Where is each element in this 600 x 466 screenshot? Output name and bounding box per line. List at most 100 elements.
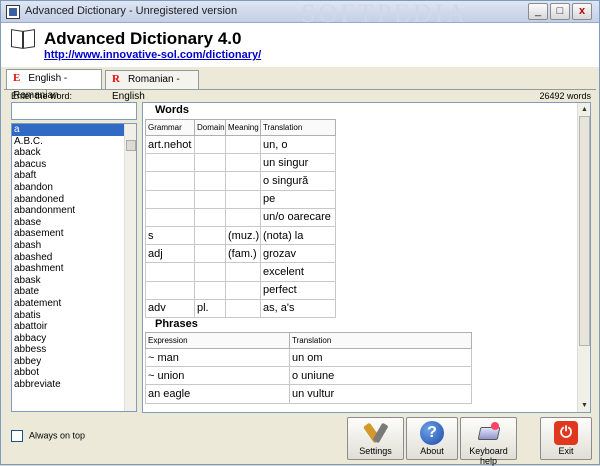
word-list-item[interactable]: A.B.C. — [12, 136, 124, 148]
table-cell — [194, 262, 226, 282]
word-list-item[interactable]: abaft — [12, 170, 124, 182]
words-section-title: Words — [155, 104, 190, 116]
app-header: Advanced Dictionary 4.0 http://www.innov… — [1, 23, 599, 67]
word-list-item[interactable]: abasement — [12, 228, 124, 240]
word-list-item[interactable]: abashment — [12, 263, 124, 275]
table-cell — [145, 171, 195, 191]
table-row: an eagle un vultur — [145, 384, 472, 404]
table-cell: art.nehot — [145, 134, 195, 155]
word-list-item[interactable]: abattoir — [12, 321, 124, 333]
app-name: Advanced Dictionary 4.0 — [44, 29, 242, 48]
table-cell: (muz.) — [225, 225, 261, 246]
about-button[interactable]: ? About — [406, 417, 458, 460]
table-cell: un vultur — [289, 384, 472, 404]
table-row: perfect — [145, 280, 336, 300]
tab-letter-r: R — [112, 73, 120, 85]
word-list-item[interactable]: abate — [12, 286, 124, 298]
word-list-item[interactable]: abatement — [12, 298, 124, 310]
table-cell: grozav — [260, 244, 336, 264]
table-row: art.nehot un, o — [145, 134, 336, 155]
title-bar[interactable]: Advanced Dictionary - Unregistered versi… — [1, 0, 599, 28]
word-list-item[interactable]: abash — [12, 240, 124, 252]
always-on-top-checkbox[interactable]: Always on top — [11, 430, 85, 442]
word-list[interactable]: a A.B.C. aback abacus abaft abandon abandoned a… — [11, 123, 137, 412]
table-cell: (nota) la — [260, 225, 336, 246]
exit-button[interactable]: ⏻ Exit — [540, 417, 592, 460]
translation-pane: Words Grammar Domain Meaning Translation… — [142, 102, 591, 413]
phrases-table: Expression Translation ~ man un om ~ union… — [145, 332, 472, 404]
table-row: adj (fam.) grozav — [145, 244, 336, 264]
table-cell: adv — [145, 298, 195, 318]
table-cell — [194, 171, 226, 191]
phrases-section-title: Phrases — [155, 318, 198, 330]
word-list-item[interactable]: abacus — [12, 159, 124, 171]
word-list-item[interactable]: abbey — [12, 356, 124, 368]
table-cell — [145, 189, 195, 209]
word-list-item[interactable]: abbacy — [12, 333, 124, 345]
word-list-item[interactable]: abbot — [12, 367, 124, 379]
table-cell — [145, 153, 195, 173]
tab-divider — [4, 89, 596, 90]
about-label: About — [420, 446, 444, 456]
word-list-item[interactable]: abandoned — [12, 194, 124, 206]
word-list-scrollbar[interactable] — [124, 124, 136, 411]
word-list-item[interactable]: abatis — [12, 310, 124, 322]
website-link[interactable]: http://www.innovative-sol.com/dictionary… — [44, 49, 261, 61]
word-list-item[interactable]: abandonment — [12, 205, 124, 217]
col-expression: Expression — [145, 332, 290, 349]
table-row: adv pl. as, a's — [145, 298, 336, 318]
keyboard-help-label: Keyboard help — [469, 446, 508, 466]
help-icon: ? — [420, 421, 444, 445]
table-cell: o uniune — [289, 366, 472, 386]
table-cell: un om — [289, 347, 472, 368]
col-phrase-translation: Translation — [289, 332, 472, 349]
words-table: Grammar Domain Meaning Translation art.n… — [145, 119, 336, 318]
wrench-icon — [362, 421, 389, 445]
word-list-item[interactable]: abashed — [12, 252, 124, 264]
word-list-item[interactable]: a — [12, 124, 124, 136]
word-list-item[interactable]: abask — [12, 275, 124, 287]
table-cell — [194, 280, 226, 300]
word-list-item[interactable]: abandon — [12, 182, 124, 194]
minimize-button[interactable]: _ — [528, 3, 548, 20]
tab-label: Romanian - English — [112, 74, 180, 102]
table-cell: ~ union — [145, 366, 290, 386]
table-row: pe — [145, 189, 336, 209]
scroll-up-icon[interactable]: ▲ — [579, 104, 590, 115]
close-button[interactable]: x — [572, 3, 592, 20]
keyboard-help-button[interactable]: Keyboard help — [460, 417, 517, 466]
tab-english-romanian[interactable]: E English - Romanian — [6, 69, 102, 101]
translation-scrollbar[interactable]: ▲ ▼ — [577, 103, 590, 412]
table-cell: an eagle — [145, 384, 290, 404]
table-cell: o singură — [260, 171, 336, 191]
app-icon — [6, 5, 20, 19]
col-meaning: Meaning — [225, 119, 261, 136]
table-cell: s — [145, 225, 195, 246]
keyboard-icon — [477, 421, 501, 445]
table-row: s (muz.) (nota) la — [145, 225, 336, 246]
word-list-item[interactable]: abbreviate — [12, 379, 124, 391]
settings-button[interactable]: Settings — [347, 417, 404, 460]
always-on-top-label: Always on top — [29, 430, 86, 441]
tab-romanian-english[interactable]: R Romanian - English — [105, 70, 199, 102]
table-cell — [225, 153, 261, 173]
maximize-button[interactable]: □ — [550, 3, 570, 20]
word-list-item[interactable]: aback — [12, 147, 124, 159]
table-cell: un/o oarecare — [260, 207, 336, 227]
scroll-thumb[interactable] — [126, 140, 136, 151]
bottom-toolbar: Always on top Settings ? About Keyboard … — [1, 415, 599, 466]
table-cell: excelent — [260, 262, 336, 282]
table-cell — [225, 171, 261, 191]
table-row: excelent — [145, 262, 336, 282]
scroll-thumb[interactable] — [579, 116, 590, 346]
table-cell: pe — [260, 189, 336, 209]
word-list-item[interactable]: abbess — [12, 344, 124, 356]
table-cell: adj — [145, 244, 195, 264]
table-cell — [225, 280, 261, 300]
exit-label: Exit — [558, 446, 574, 456]
scroll-down-icon[interactable]: ▼ — [579, 400, 590, 411]
word-input[interactable] — [11, 102, 137, 120]
word-list-item[interactable]: abase — [12, 217, 124, 229]
table-row: ~ union o uniune — [145, 366, 472, 386]
checkbox-icon[interactable] — [11, 430, 23, 442]
